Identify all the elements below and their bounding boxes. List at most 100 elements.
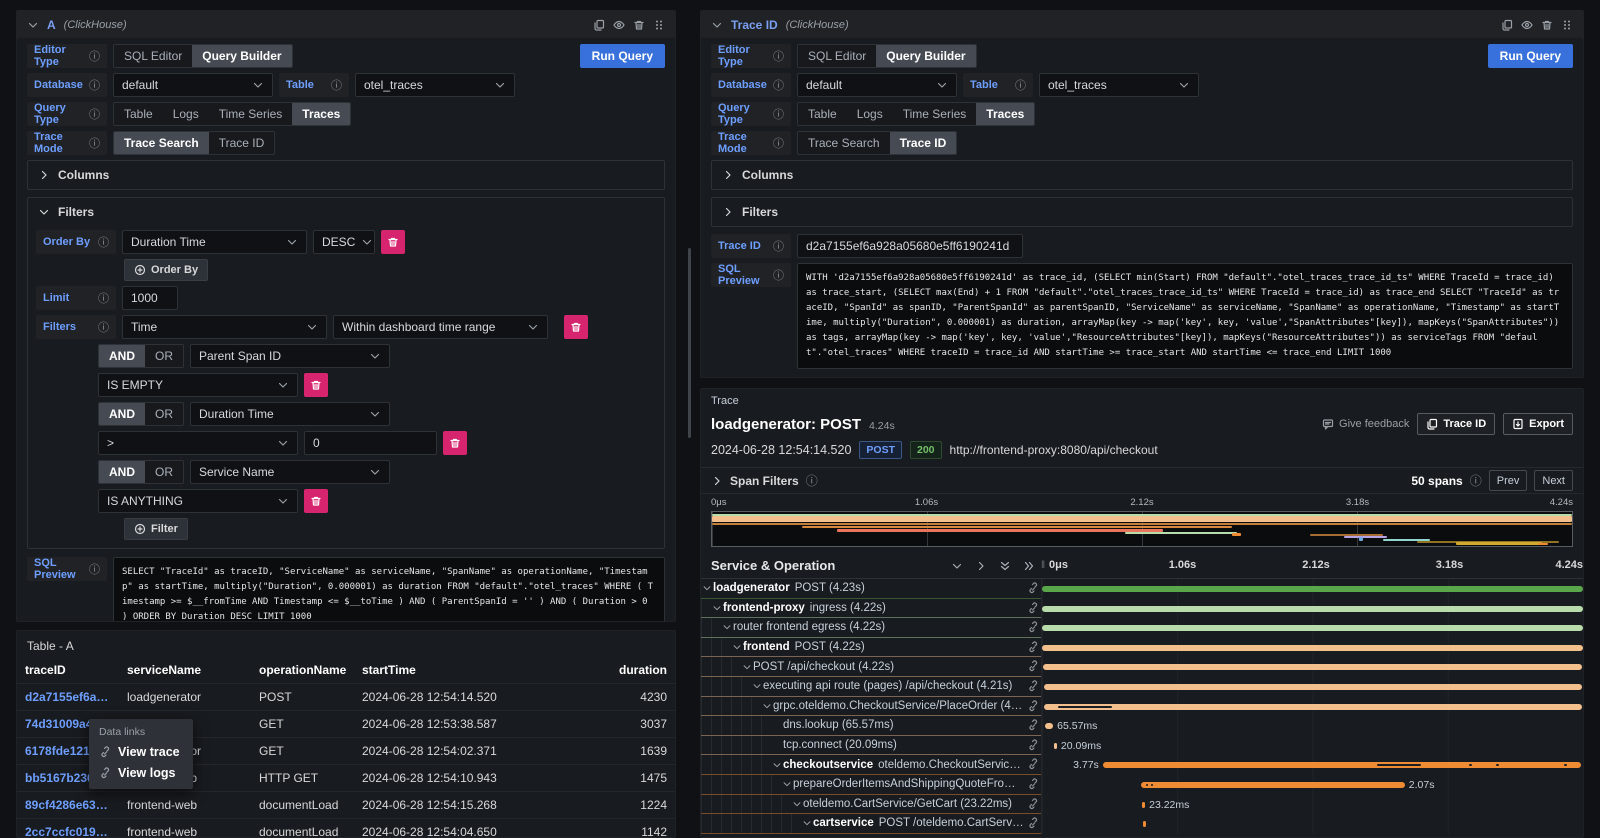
span-row[interactable]: tcp.connect (20.09ms)20.09ms: [701, 736, 1583, 756]
span-gantt-cell[interactable]: 3.77s: [1041, 755, 1583, 775]
chevron-down-icon[interactable]: [711, 19, 723, 31]
span-link-icon[interactable]: [1027, 758, 1039, 770]
filters-header[interactable]: Filters: [712, 198, 1572, 226]
remove-filter-button[interactable]: [304, 373, 328, 397]
toggle-visibility-icon[interactable]: [1521, 19, 1533, 31]
trace-mode-id[interactable]: Trace ID: [209, 132, 275, 154]
span-gantt-cell[interactable]: [1041, 814, 1583, 834]
span-gantt-cell[interactable]: [1041, 579, 1583, 599]
query-type-logs[interactable]: Logs: [163, 103, 209, 125]
span-gantt-cell[interactable]: [1041, 618, 1583, 638]
expand-all-icon[interactable]: [1023, 560, 1035, 572]
filter-operator-select[interactable]: >: [98, 431, 298, 455]
filter-time-field-select[interactable]: Time: [122, 315, 327, 339]
query-type-timeseries[interactable]: Time Series: [209, 103, 293, 125]
span-link-icon[interactable]: [1027, 719, 1039, 731]
span-bar[interactable]: [1044, 684, 1582, 690]
span-name-cell[interactable]: router frontend egress (4.22s): [701, 618, 1041, 638]
trace-id-button[interactable]: Trace ID: [1417, 413, 1495, 435]
chevron-down-icon[interactable]: [801, 818, 813, 828]
remove-filter-button[interactable]: [304, 489, 328, 513]
order-by-direction-select[interactable]: DESC: [313, 230, 375, 254]
and-option[interactable]: AND: [99, 461, 145, 483]
filter-field-select[interactable]: Duration Time: [190, 402, 390, 426]
span-name-cell[interactable]: cartservicePOST /oteldemo.CartService/Ge…: [701, 814, 1041, 834]
span-link-icon[interactable]: [1027, 641, 1039, 653]
columns-header[interactable]: Columns: [28, 161, 664, 189]
trace-minimap[interactable]: [711, 511, 1573, 547]
span-gantt-cell[interactable]: 2.07s: [1041, 775, 1583, 795]
view-logs-link[interactable]: View logs: [99, 766, 183, 780]
filter-operator-select[interactable]: IS EMPTY: [98, 373, 298, 397]
chevron-down-icon[interactable]: [721, 622, 733, 632]
span-name-cell[interactable]: loadgeneratorPOST (4.23s): [701, 579, 1041, 599]
chevron-down-icon[interactable]: [27, 19, 39, 31]
span-gantt-cell[interactable]: [1041, 638, 1583, 658]
filter-field-select[interactable]: Service Name: [190, 460, 390, 484]
column-header-duration[interactable]: duration: [539, 657, 675, 684]
drag-handle-icon[interactable]: [653, 19, 665, 31]
span-name-cell[interactable]: frontendPOST (4.22s): [701, 638, 1041, 658]
trace-id-cell[interactable]: 2cc7ccfc01941806c...: [17, 819, 119, 838]
collapse-all-icon[interactable]: [999, 560, 1011, 572]
chevron-down-icon[interactable]: [771, 760, 783, 770]
query-builder-option[interactable]: Query Builder: [192, 45, 291, 67]
span-row[interactable]: grpc.oteldemo.CheckoutService/PlaceOrder…: [701, 697, 1583, 717]
limit-input[interactable]: 1000: [122, 286, 178, 310]
span-row[interactable]: cartservicePOST /oteldemo.CartService/Ge…: [701, 814, 1583, 834]
span-gantt-cell[interactable]: 20.09ms: [1041, 736, 1583, 756]
span-name-cell[interactable]: prepareOrderItemsAndShippingQuoteFromCar…: [701, 775, 1041, 795]
delete-query-icon[interactable]: [1541, 19, 1553, 31]
chevron-down-icon[interactable]: [711, 603, 723, 613]
span-name-cell[interactable]: dns.lookup (65.57ms): [701, 716, 1041, 736]
query-type-table[interactable]: Table: [114, 103, 163, 125]
query-type-table[interactable]: Table: [798, 103, 847, 125]
remove-filter-button[interactable]: [564, 315, 588, 339]
trace-id-input[interactable]: d2a7155ef6a928a05680e5ff6190241d: [797, 234, 1023, 258]
column-header-starttime[interactable]: startTime: [354, 657, 539, 684]
span-bar[interactable]: [1142, 802, 1145, 808]
span-link-icon[interactable]: [1027, 739, 1039, 751]
filter-value-input[interactable]: 0: [304, 431, 437, 455]
add-filter-button[interactable]: Filter: [124, 518, 188, 540]
table-select[interactable]: otel_traces: [1039, 73, 1199, 97]
duplicate-query-icon[interactable]: [593, 19, 605, 31]
or-option[interactable]: OR: [145, 461, 183, 483]
chevron-down-icon[interactable]: [781, 779, 793, 789]
span-link-icon[interactable]: [1027, 778, 1039, 790]
span-link-icon[interactable]: [1027, 621, 1039, 633]
database-select[interactable]: default: [113, 73, 273, 97]
span-row[interactable]: loadgeneratorPOST (4.23s): [701, 579, 1583, 599]
trace-id-cell[interactable]: 89cf4286e631591b4...: [17, 792, 119, 819]
collapse-one-icon[interactable]: [951, 560, 963, 572]
chevron-down-icon[interactable]: [731, 642, 743, 652]
span-link-icon[interactable]: [1027, 798, 1039, 810]
span-name-cell[interactable]: frontend-proxyingress (4.22s): [701, 599, 1041, 619]
span-name-cell[interactable]: executing api route (pages) /api/checkou…: [701, 677, 1041, 697]
sql-editor-option[interactable]: SQL Editor: [798, 45, 876, 67]
table-select[interactable]: otel_traces: [355, 73, 515, 97]
span-row[interactable]: POST /api/checkout (4.22s): [701, 657, 1583, 677]
and-option[interactable]: AND: [99, 345, 145, 367]
query-type-traces[interactable]: Traces: [976, 103, 1034, 125]
filter-time-value-select[interactable]: Within dashboard time range: [333, 315, 548, 339]
trace-mode-search[interactable]: Trace Search: [798, 132, 890, 154]
span-link-icon[interactable]: [1027, 602, 1039, 614]
span-bar[interactable]: [1103, 762, 1581, 768]
span-link-icon[interactable]: [1027, 660, 1039, 672]
add-order-by-button[interactable]: Order By: [124, 259, 208, 281]
and-option[interactable]: AND: [99, 403, 145, 425]
span-bar[interactable]: [1141, 782, 1405, 788]
span-gantt-cell[interactable]: [1041, 599, 1583, 619]
column-header-operationname[interactable]: operationName: [251, 657, 354, 684]
delete-query-icon[interactable]: [633, 19, 645, 31]
span-filters-label[interactable]: Span Filters: [730, 474, 799, 488]
span-bar[interactable]: [1042, 586, 1583, 592]
chevron-down-icon[interactable]: [701, 583, 713, 593]
export-button[interactable]: Export: [1503, 413, 1573, 435]
span-row[interactable]: prepareOrderItemsAndShippingQuoteFromCar…: [701, 775, 1583, 795]
next-button[interactable]: Next: [1534, 470, 1573, 491]
query-type-traces[interactable]: Traces: [292, 103, 350, 125]
column-header-servicename[interactable]: serviceName: [119, 657, 251, 684]
span-name-cell[interactable]: oteldemo.CartService/GetCart (23.22ms): [701, 795, 1041, 815]
